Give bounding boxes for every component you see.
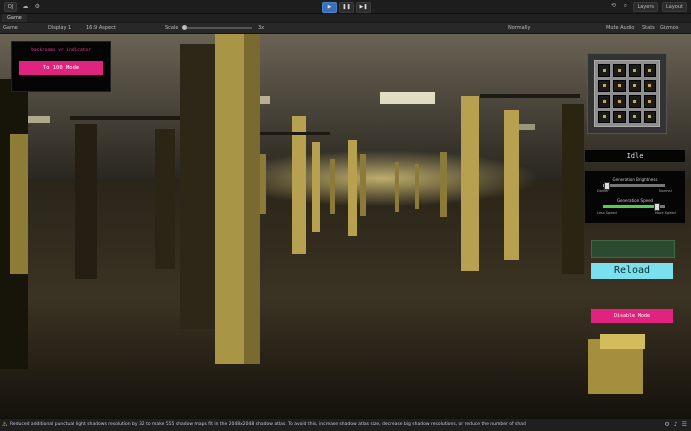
- view-dropdown[interactable]: Game: [3, 23, 18, 33]
- tab-row: Game: [0, 14, 691, 22]
- play-button[interactable]: ▶: [322, 2, 337, 13]
- status-message[interactable]: Reduced additional punctual light shadow…: [10, 419, 630, 431]
- gizmos-toggle[interactable]: Gizmos: [660, 23, 678, 33]
- cell-marker-icon: [602, 84, 606, 88]
- cell-marker-icon: [633, 84, 637, 88]
- stats-toggle[interactable]: Stats: [642, 23, 655, 33]
- cell-marker-icon: [648, 84, 652, 88]
- speed-slider[interactable]: [603, 203, 665, 211]
- warning-icon: ⚠: [2, 421, 8, 428]
- scale-value: 3x: [258, 25, 265, 31]
- cell-marker-icon: [648, 68, 652, 72]
- tab-game[interactable]: Game: [2, 14, 27, 22]
- scale-label: Scale: [165, 25, 179, 31]
- cell-marker-icon: [648, 115, 652, 119]
- grid-cell[interactable]: [643, 79, 656, 92]
- grid-cell[interactable]: [628, 110, 641, 123]
- brightness-slider[interactable]: [603, 182, 665, 190]
- cell-marker-icon: [602, 115, 606, 119]
- cell-marker-icon: [602, 68, 606, 72]
- settings-icon[interactable]: ☰: [682, 421, 687, 428]
- aspect-dropdown[interactable]: 16:9 Aspect: [86, 23, 116, 33]
- scale-slider-track[interactable]: [186, 27, 252, 29]
- cell-marker-icon: [617, 99, 621, 103]
- layout-dropdown[interactable]: Layout: [662, 2, 687, 12]
- grid-cell[interactable]: [598, 110, 611, 123]
- reload-button[interactable]: Reload: [591, 263, 673, 279]
- account-button[interactable]: DJ: [4, 2, 18, 12]
- cell-marker-icon: [617, 84, 621, 88]
- speed-min-label: Less Speed: [597, 211, 617, 215]
- step-button[interactable]: ▶❚: [356, 2, 371, 13]
- game-view-bar: Game Display 1 16:9 Aspect Scale 3x Norm…: [0, 23, 691, 34]
- display-dropdown[interactable]: Display 1: [48, 23, 71, 33]
- cell-marker-icon: [633, 115, 637, 119]
- cell-marker-icon: [648, 99, 652, 103]
- search-icon[interactable]: ⌕: [621, 2, 629, 10]
- mode-panel-title: backrooms vr indicator: [31, 48, 91, 53]
- collab-icon[interactable]: ⚙: [33, 3, 41, 11]
- grid-cell[interactable]: [628, 95, 641, 108]
- speed-fill: [603, 205, 656, 208]
- cell-marker-icon: [617, 68, 621, 72]
- console-status-bar[interactable]: ⚠ Reduced additional punctual light shad…: [0, 418, 691, 431]
- grid-cell[interactable]: [628, 64, 641, 77]
- brightness-min-label: Darker: [597, 189, 609, 193]
- play-icon: ▶: [327, 4, 332, 10]
- grid-cell[interactable]: [613, 95, 626, 108]
- play-controls: ▶ ❚❚ ▶❚: [322, 2, 371, 13]
- grid-cell[interactable]: [613, 79, 626, 92]
- cell-marker-icon: [633, 99, 637, 103]
- generate-button[interactable]: [591, 240, 675, 258]
- editor-toolbar: DJ ☁ ⚙ ▶ ❚❚ ▶❚ ⟲ ⌕ Layers Layout: [0, 0, 691, 14]
- history-icon[interactable]: ⟲: [609, 2, 617, 10]
- cloud-icon[interactable]: ☁: [21, 3, 29, 11]
- grid-cell[interactable]: [613, 110, 626, 123]
- grid-cell[interactable]: [643, 95, 656, 108]
- toolbar-left: DJ ☁ ⚙: [4, 2, 41, 12]
- step-icon: ▶❚: [359, 4, 368, 10]
- bell-icon[interactable]: ♪: [674, 421, 678, 428]
- grid-cell[interactable]: [598, 64, 611, 77]
- cell-marker-icon: [602, 99, 606, 103]
- cell-marker-icon: [633, 68, 637, 72]
- pause-button[interactable]: ❚❚: [339, 2, 354, 13]
- scale-slider-handle[interactable]: [182, 25, 187, 30]
- grid-cell[interactable]: [598, 79, 611, 92]
- layers-dropdown[interactable]: Layers: [633, 2, 658, 12]
- generation-sliders: Generation Brightness Darker Normal Gene…: [585, 171, 685, 223]
- speed-max-label: More Speed: [655, 211, 676, 215]
- brightness-label: Generation Brightness: [612, 177, 658, 182]
- status-label: Idle: [585, 150, 685, 162]
- speed-handle[interactable]: [653, 203, 660, 211]
- disable-mode-button[interactable]: Disable Mode: [591, 309, 673, 323]
- pause-icon: ❚❚: [342, 4, 351, 10]
- debug-icon[interactable]: ⚙: [664, 421, 669, 428]
- cell-marker-icon: [617, 115, 621, 119]
- grid-cell[interactable]: [628, 79, 641, 92]
- brightness-max-label: Normal: [659, 189, 672, 193]
- grid-cell[interactable]: [598, 95, 611, 108]
- mode-panel: backrooms vr indicator To 100 Mode: [11, 41, 111, 92]
- right-control-panel: Idle Generation Brightness Darker Normal…: [580, 34, 691, 418]
- grid-cell[interactable]: [643, 110, 656, 123]
- mode-switch-button[interactable]: To 100 Mode: [19, 61, 103, 75]
- toolbar-right: ⟲ ⌕ Layers Layout: [609, 2, 687, 12]
- grid-cell[interactable]: [613, 64, 626, 77]
- simulator-dropdown[interactable]: Normally: [508, 23, 530, 33]
- room-grid: [594, 60, 660, 127]
- mute-audio-toggle[interactable]: Mute Audio: [606, 23, 634, 33]
- room-grid-frame: [587, 53, 667, 134]
- grid-cell[interactable]: [643, 64, 656, 77]
- speed-label: Generation Speed: [616, 198, 654, 203]
- panel-background: [580, 244, 691, 339]
- status-icons: ⚙ ♪ ☰: [664, 421, 687, 428]
